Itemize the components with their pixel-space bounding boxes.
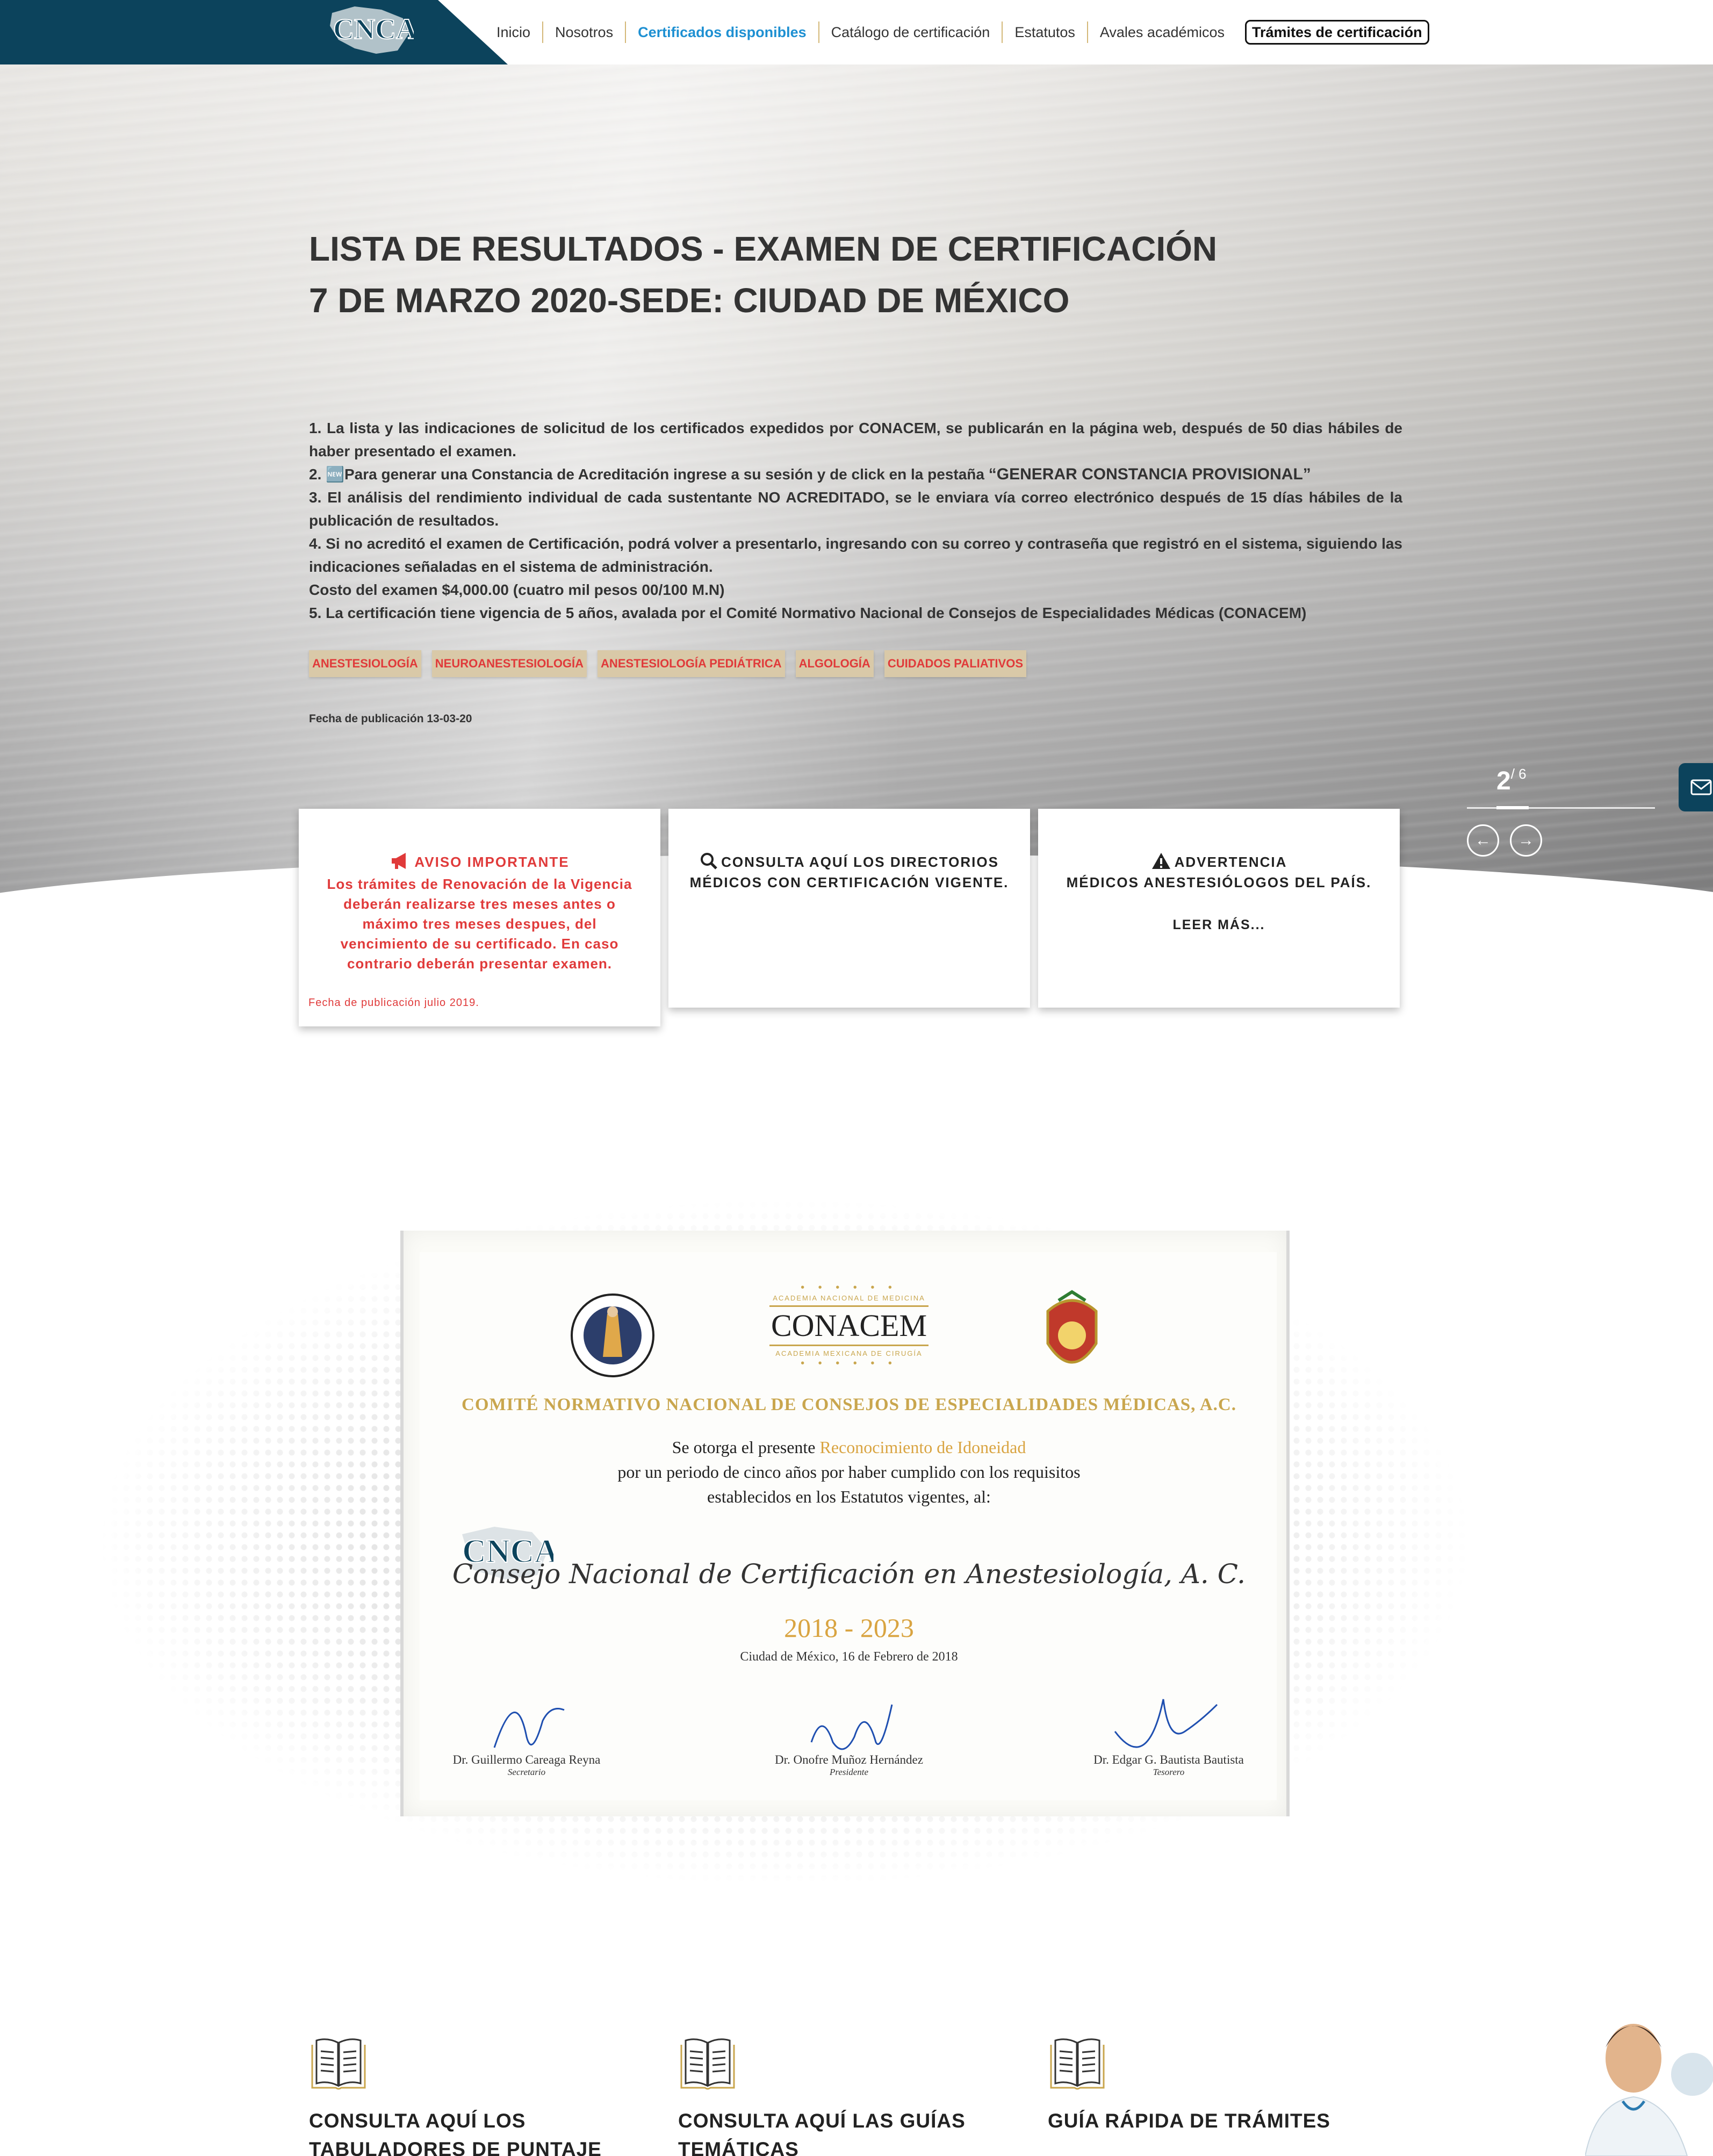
signature-tesorero: Dr. Edgar G. Bautista Bautista Tesorero — [1080, 1699, 1257, 1778]
slide-counter-current: 2 — [1496, 767, 1511, 795]
notice-card-title: AVISO IMPORTANTE — [320, 852, 639, 872]
certificate-years: 2018 - 2023 — [784, 1613, 914, 1643]
open-book-icon — [311, 2038, 366, 2090]
slide-counter-total: / 6 — [1510, 766, 1527, 782]
feature-title: CONSULTA AQUÍ LAS GUÍAS TEMÁTICAS — [678, 2110, 966, 2156]
slide-exam-cost: Costo del examen $4,000.00 (cuatro mil p… — [309, 581, 725, 598]
notice-card-important[interactable]: AVISO IMPORTANTE Los trámites de Renovac… — [299, 809, 660, 1026]
directory-card[interactable]: CONSULTA AQUÍ LOS DIRECTORIOS MÉDICOS CO… — [668, 809, 1030, 1008]
certificate-line3: establecidos en los Estatutos vigentes, … — [707, 1487, 991, 1506]
warning-card-title: ADVERTENCIA MÉDICOS ANESTESIÓLOGOS DEL P… — [1054, 852, 1384, 893]
slide-item-2: 2. 🆕Para generar una Constancia de Acred… — [309, 463, 1402, 486]
signature-role: Secretario — [507, 1767, 546, 1777]
nav-catalogo-certificacion[interactable]: Catálogo de certificación — [818, 21, 1002, 43]
slide-progress-track — [1467, 807, 1655, 809]
certificate-line1: Se otorga el presente Reconocimiento de … — [408, 1435, 1290, 1460]
arrow-left-icon: ← — [1475, 831, 1491, 849]
feature-title: CONSULTA AQUÍ LOS TABULADORES DE PUNTAJE — [309, 2110, 602, 2156]
tag-anestesiologia[interactable]: ANESTESIOLOGÍA — [309, 650, 421, 677]
conacem-org-bottom: ACADEMIA MEXICANA DE CIRUGÍA — [775, 1349, 923, 1357]
slide-next-button[interactable]: → — [1510, 824, 1542, 857]
conacem-stars-bottom: • • • • • • — [801, 1357, 897, 1369]
slide-item-2-text: 2. 🆕Para generar una Constancia de Acred… — [309, 466, 989, 483]
conacem-stars: • • • • • • — [801, 1282, 897, 1293]
certificate-recipient: Consejo Nacional de Certificación en Ane… — [452, 1558, 1246, 1590]
certificate-body: Se otorga el presente Reconocimiento de … — [408, 1435, 1290, 1509]
certificate-place-date: Ciudad de México, 16 de Febrero de 2018 — [740, 1650, 958, 1664]
svg-text:CNCA: CNCA — [333, 13, 414, 45]
conacem-name: CONACEM — [769, 1305, 929, 1346]
feature-tabuladores[interactable]: CONSULTA AQUÍ LOS TABULADORES DE PUNTAJE — [309, 2034, 610, 2156]
slide-progress-indicator — [1496, 806, 1529, 809]
header-brand-band — [0, 0, 508, 64]
open-book-icon — [680, 2038, 735, 2090]
warning-card[interactable]: ADVERTENCIA MÉDICOS ANESTESIÓLOGOS DEL P… — [1038, 809, 1400, 1008]
slide-publication-date: Fecha de publicación 13-03-20 — [309, 713, 472, 725]
directory-card-title: CONSULTA AQUÍ LOS DIRECTORIOS MÉDICOS CO… — [685, 852, 1014, 893]
warning-title-line1: ADVERTENCIA — [1174, 854, 1287, 870]
certificate-line1-text: Se otorga el presente — [672, 1438, 820, 1457]
notice-card-text: Los trámites de Renovación de la Vigenci… — [327, 876, 632, 972]
certificate-line2: por un periodo de cinco años por haber c… — [617, 1462, 1081, 1482]
warning-icon — [1151, 853, 1170, 869]
slide-item-2-emphasis: “GENERAR CONSTANCIA PROVISIONAL” — [988, 465, 1311, 483]
certificate-committee: COMITÉ NORMATIVO NACIONAL DE CONSEJOS DE… — [461, 1395, 1236, 1414]
signature-secretario: Dr. Guillermo Careaga Reyna Secretario — [446, 1708, 607, 1778]
conacem-org-top: ACADEMIA NACIONAL DE MEDICINA — [773, 1294, 925, 1302]
slide-prev-button[interactable]: ← — [1467, 824, 1499, 857]
arrow-right-icon: → — [1518, 831, 1534, 849]
slide-title: LISTA DE RESULTADOS - EXAMEN DE CERTIFIC… — [309, 223, 1384, 326]
certificate-recognition: Reconocimiento de Idoneidad — [819, 1438, 1026, 1457]
tag-anestesiologia-pediatrica[interactable]: ANESTESIOLOGÍA PEDIÁTRICA — [598, 650, 785, 677]
conacem-logo: • • • • • • ACADEMIA NACIONAL DE MEDICIN… — [763, 1282, 935, 1370]
tag-neuroanestesiologia[interactable]: NEUROANESTESIOLOGÍA — [431, 650, 587, 677]
mail-icon — [1690, 779, 1712, 795]
notice-card-date: Fecha de publicación julio 2019. — [308, 997, 479, 1009]
site-header: CNCA Inicio Nosotros Certificados dispon… — [0, 0, 1713, 64]
nav-certificados-disponibles[interactable]: Certificados disponibles — [625, 21, 818, 43]
nav-estatutos[interactable]: Estatutos — [1002, 21, 1087, 43]
specialty-tags: ANESTESIOLOGÍA NEUROANESTESIOLOGÍA ANEST… — [309, 650, 1027, 677]
contact-mail-tab[interactable] — [1679, 763, 1713, 811]
feature-guia-rapida-tramites[interactable]: GUÍA RÁPIDA DE TRÁMITES — [1048, 2034, 1349, 2135]
signature-scribble — [810, 1704, 893, 1750]
main-nav: Inicio Nosotros Certificados disponibles… — [489, 19, 1429, 45]
signature-scribble — [1114, 1699, 1218, 1748]
signature-scribble — [493, 1708, 565, 1748]
slide-item-3: 3. El análisis del rendimiento individua… — [309, 489, 1402, 529]
megaphone-icon — [392, 853, 406, 869]
site-logo[interactable]: CNCA — [322, 2, 414, 58]
tag-algologia[interactable]: ALGOLOGÍA — [795, 650, 874, 677]
directory-card-text: CONSULTA AQUÍ LOS DIRECTORIOS MÉDICOS CO… — [689, 854, 1009, 890]
slide-title-line1: LISTA DE RESULTADOS - EXAMEN DE CERTIFIC… — [309, 229, 1218, 268]
nav-nosotros[interactable]: Nosotros — [542, 21, 625, 43]
nav-avales-academicos[interactable]: Avales académicos — [1086, 21, 1236, 43]
slide-item-1: 1. La lista y las indicaciones de solici… — [309, 420, 1402, 459]
signature-role: Presidente — [829, 1767, 869, 1777]
feature-title: GUÍA RÁPIDA DE TRÁMITES — [1048, 2110, 1330, 2132]
hero-slider: LISTA DE RESULTADOS - EXAMEN DE CERTIFIC… — [0, 64, 1713, 914]
doctor-photo — [1585, 2010, 1713, 2156]
slide-item-4: 4. Si no acreditó el examen de Certifica… — [309, 535, 1402, 575]
feature-guias-tematicas[interactable]: CONSULTA AQUÍ LAS GUÍAS TEMÁTICAS — [678, 2034, 979, 2156]
signature-presidente: Dr. Onofre Muñoz Hernández Presidente — [742, 1704, 956, 1778]
slide-title-line2: 7 DE MARZO 2020-SEDE: CIUDAD DE MÉXICO — [309, 281, 1070, 320]
slide-counter: 2/ 6 — [1496, 766, 1527, 796]
warning-read-more-link[interactable]: LEER MÁS... — [1054, 917, 1384, 933]
nav-tramites-certificacion-button[interactable]: Trámites de certificación — [1245, 20, 1429, 45]
slide-body: 1. La lista y las indicaciones de solici… — [309, 416, 1402, 624]
notice-title-text: AVISO IMPORTANTE — [414, 854, 570, 870]
search-icon — [701, 853, 717, 869]
warning-title-line2: MÉDICOS ANESTESIÓLOGOS DEL PAÍS. — [1066, 874, 1372, 890]
tag-cuidados-paliativos[interactable]: CUIDADOS PALIATIVOS — [884, 650, 1027, 677]
slide-item-5: 5. La certificación tiene vigencia de 5 … — [309, 605, 1307, 621]
open-book-icon — [1050, 2038, 1105, 2090]
nav-inicio[interactable]: Inicio — [489, 21, 542, 43]
academia-mexicana-cirugia-crest — [1046, 1290, 1098, 1364]
academia-nacional-medicina-seal — [571, 1293, 654, 1377]
